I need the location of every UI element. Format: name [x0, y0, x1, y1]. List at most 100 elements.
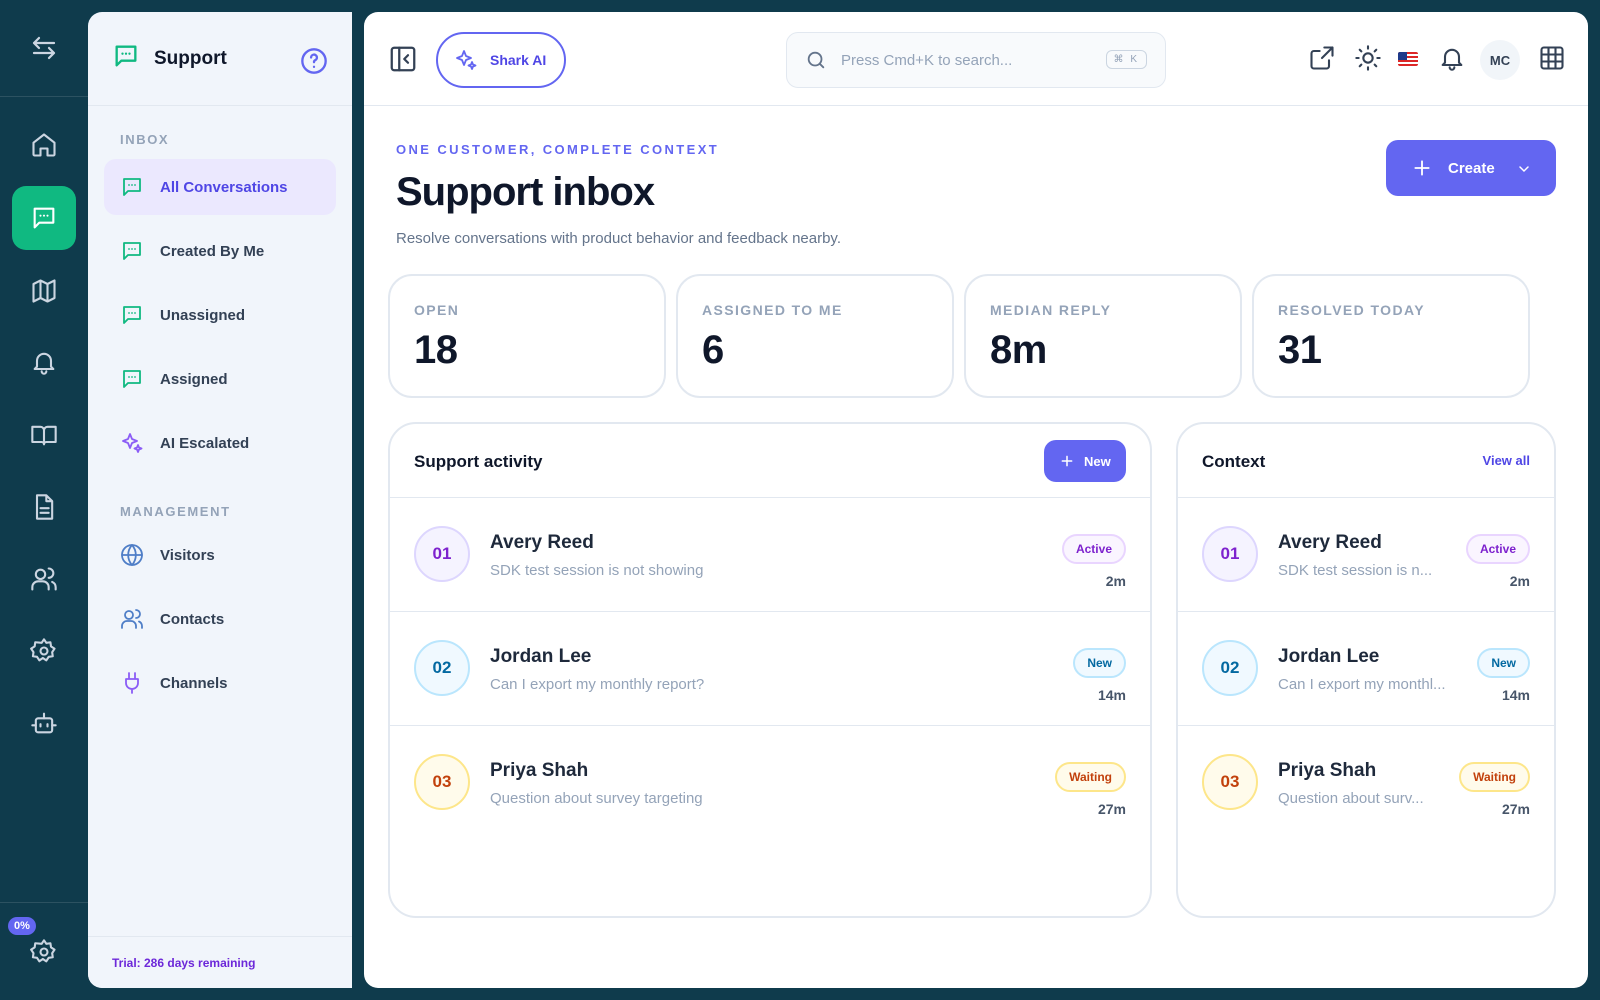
page-title: Support inbox	[396, 170, 655, 214]
chat-icon	[123, 242, 141, 260]
sidebar-header: Support	[88, 12, 352, 106]
stat-value: 18	[414, 328, 458, 372]
plus-icon	[1061, 455, 1073, 467]
sidebar-item-created-by-me[interactable]: Created By Me	[104, 223, 336, 279]
map-icon[interactable]	[12, 259, 76, 323]
document-icon[interactable]	[12, 475, 76, 539]
status-badge: Active	[1465, 534, 1530, 564]
sidebar-item-label: Assigned	[160, 370, 228, 388]
stat-value: 6	[702, 328, 724, 372]
conversation-time: 14m	[1097, 687, 1126, 703]
status-badge: New	[1477, 648, 1530, 678]
search-shortcut-hint: ⌘ K	[1105, 50, 1147, 69]
sidebar-item-label: Channels	[160, 674, 228, 692]
contact-name: Priya Shah	[490, 760, 589, 781]
context-row[interactable]: 02 Jordan Lee Can I export my monthl... …	[1178, 612, 1554, 726]
sparkles-icon	[456, 50, 477, 70]
sidebar-item-channels[interactable]: Channels	[104, 655, 336, 711]
stat-value: 8m	[990, 328, 1047, 372]
page-subtitle: Resolve conversations with product behav…	[396, 230, 841, 247]
us-flag-icon[interactable]	[1398, 52, 1418, 66]
users-icon[interactable]	[12, 547, 76, 611]
stat-card-assigned: ASSIGNED TO ME 6	[676, 274, 954, 398]
chat-icon[interactable]	[12, 186, 76, 250]
conversation-preview: SDK test session is n...	[1278, 562, 1433, 579]
card-header: Context View all	[1178, 424, 1554, 498]
help-icon[interactable]	[300, 47, 328, 80]
view-all-link[interactable]: View all	[1483, 453, 1530, 468]
sidebar-item-ai-escalated[interactable]: AI Escalated	[104, 415, 336, 471]
create-button[interactable]: Create	[1386, 140, 1556, 196]
sidebar-item-assigned[interactable]: Assigned	[104, 351, 336, 407]
sun-theme-icon[interactable]	[1354, 44, 1382, 77]
top-bar: Shark AI ⌘ K MC	[364, 12, 1588, 106]
user-avatar[interactable]: MC	[1480, 40, 1520, 80]
external-link-icon[interactable]	[1308, 44, 1336, 77]
conversation-row[interactable]: 01 Avery Reed SDK test session is not sh…	[390, 498, 1150, 612]
sidebar-item-all-conversations[interactable]: All Conversations	[104, 159, 336, 215]
search-icon	[807, 51, 825, 69]
settings-gear-icon[interactable]	[12, 920, 76, 984]
sidebar-title: Support	[154, 47, 227, 69]
status-badge: Active	[1061, 534, 1126, 564]
inbox-section-label: INBOX	[120, 132, 170, 147]
row-number: 01	[1202, 526, 1258, 582]
search-input[interactable]	[841, 51, 1101, 69]
notification-bell-icon[interactable]	[1438, 44, 1466, 77]
main-panel: Shark AI ⌘ K MC ONE CUSTOMER, COMPLETE C…	[364, 12, 1588, 988]
users-icon	[121, 609, 143, 629]
new-conversation-button[interactable]: New	[1044, 440, 1126, 482]
home-icon[interactable]	[12, 113, 76, 177]
status-badge: Waiting	[1459, 762, 1530, 792]
conversation-time: 14m	[1501, 687, 1530, 703]
sidebar-item-label: All Conversations	[160, 178, 288, 196]
rail-divider	[0, 902, 88, 903]
plug-icon	[125, 672, 139, 694]
conversation-preview: Question about survey targeting	[490, 790, 703, 807]
bot-icon[interactable]	[12, 691, 76, 755]
chat-icon	[123, 306, 141, 324]
sidebar-item-unassigned[interactable]: Unassigned	[104, 287, 336, 343]
panel-toggle-icon[interactable]	[388, 44, 418, 79]
globe-icon	[121, 544, 143, 566]
contact-name: Jordan Lee	[1278, 646, 1380, 667]
conversation-time: 27m	[1501, 801, 1530, 817]
support-sidebar: Support INBOX All Conversations Created …	[88, 12, 352, 988]
rail-divider	[0, 96, 88, 97]
bell-icon[interactable]	[12, 330, 76, 394]
trial-status[interactable]: Trial: 286 days remaining	[88, 936, 352, 988]
row-number: 03	[414, 754, 470, 810]
row-number: 02	[1202, 640, 1258, 696]
conversation-preview: Question about surv...	[1278, 790, 1424, 807]
search-box[interactable]: ⌘ K	[786, 32, 1166, 88]
collapse-toggle-icon[interactable]	[22, 28, 66, 68]
apps-grid-icon[interactable]	[1538, 44, 1566, 77]
stat-label: RESOLVED TODAY	[1278, 302, 1425, 318]
conversation-row[interactable]: 02 Jordan Lee Can I export my monthly re…	[390, 612, 1150, 726]
shark-ai-label: Shark AI	[490, 52, 547, 68]
sidebar-item-label: Contacts	[160, 610, 225, 628]
plus-icon	[1414, 160, 1430, 176]
card-title: Support activity	[414, 452, 543, 471]
page-eyebrow: ONE CUSTOMER, COMPLETE CONTEXT	[396, 142, 720, 157]
create-button-label: Create	[1448, 159, 1495, 177]
context-row[interactable]: 01 Avery Reed SDK test session is n... A…	[1178, 498, 1554, 612]
sidebar-item-contacts[interactable]: Contacts	[104, 591, 336, 647]
status-badge: New	[1073, 648, 1126, 678]
stat-label: MEDIAN REPLY	[990, 302, 1112, 318]
contact-name: Avery Reed	[490, 532, 594, 553]
conversation-row[interactable]: 03 Priya Shah Question about survey targ…	[390, 726, 1150, 840]
new-button-label: New	[1084, 453, 1111, 469]
context-card: Context View all 01 Avery Reed SDK test …	[1176, 422, 1556, 918]
sparkles-icon	[122, 433, 143, 453]
chat-icon	[123, 370, 141, 388]
gear-icon[interactable]	[12, 619, 76, 683]
sidebar-item-visitors[interactable]: Visitors	[104, 527, 336, 583]
stat-label: ASSIGNED TO ME	[702, 302, 843, 318]
context-row[interactable]: 03 Priya Shah Question about surv... Wai…	[1178, 726, 1554, 840]
conversation-preview: Can I export my monthl...	[1278, 676, 1446, 693]
stat-value: 31	[1278, 328, 1322, 372]
book-icon[interactable]	[12, 403, 76, 467]
stat-card-median-reply: MEDIAN REPLY 8m	[964, 274, 1242, 398]
shark-ai-button[interactable]: Shark AI	[436, 32, 566, 88]
